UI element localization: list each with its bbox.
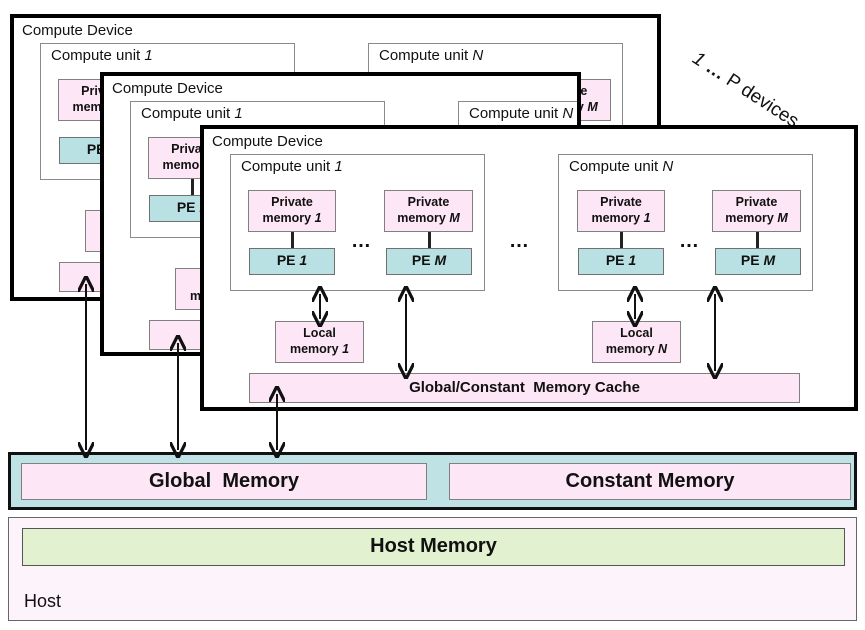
compute-device-3: Compute Device Compute unit 1 Compute un… [200,125,858,411]
host-label: Host [24,591,62,611]
p-devices-annotation: 1 … P devices [688,48,803,133]
constant-memory: Constant Memory [449,463,851,500]
host-memory: Host Memory [22,528,845,566]
device-arrows [200,125,858,410]
global-memory: Global Memory [21,463,427,500]
